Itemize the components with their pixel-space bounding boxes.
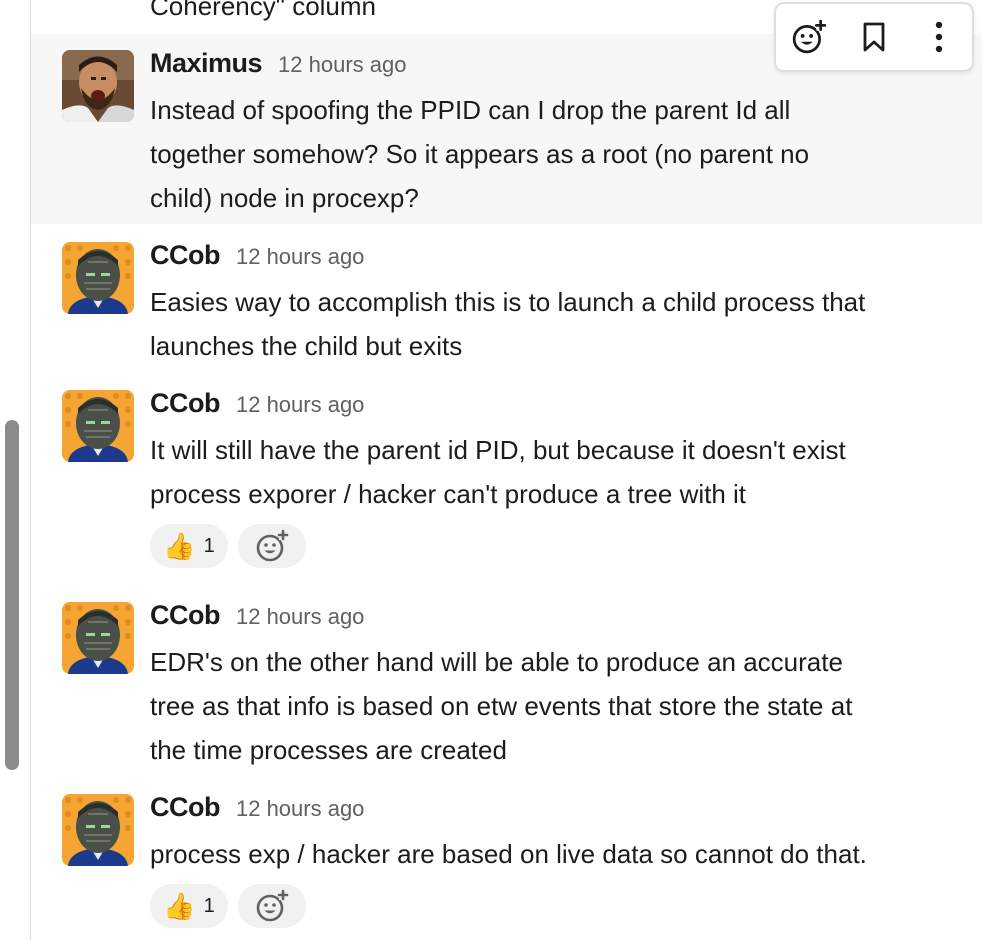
reaction-thumbs-up[interactable]: 👍 1: [150, 884, 228, 928]
message-item[interactable]: CCob 12 hours ago process exp / hacker a…: [31, 780, 982, 940]
previous-message-tail: Coherency" column: [150, 0, 377, 21]
message-line: It will still have the parent id PID, bu…: [150, 435, 846, 465]
message-actions-toolbar: [774, 2, 974, 72]
add-reaction-button[interactable]: [784, 12, 834, 62]
message-line: together somehow? So it appears as a roo…: [150, 139, 810, 169]
message-line: EDR's on the other hand will be able to …: [150, 647, 843, 677]
reaction-count: 1: [203, 534, 215, 557]
timestamp[interactable]: 12 hours ago: [278, 52, 406, 78]
message-line: tree as that info is based on etw events…: [150, 691, 853, 721]
thumbs-up-icon: 👍: [163, 891, 196, 921]
message-line: Easies way to accomplish this is to laun…: [150, 287, 866, 317]
reaction-thumbs-up[interactable]: 👍 1: [150, 524, 228, 568]
scrollbar-thumb[interactable]: [5, 420, 19, 770]
bookmark-icon: [863, 22, 885, 52]
add-reaction-button[interactable]: [238, 524, 306, 568]
timestamp[interactable]: 12 hours ago: [236, 244, 364, 270]
message-item[interactable]: CCob 12 hours ago Easies way to accompli…: [31, 228, 982, 368]
message-line: process exporer / hacker can't produce a…: [150, 479, 747, 509]
avatar[interactable]: [62, 390, 134, 462]
timestamp[interactable]: 12 hours ago: [236, 604, 364, 630]
message-text: Easies way to accomplish this is to laun…: [150, 280, 958, 368]
timestamp[interactable]: 12 hours ago: [236, 796, 364, 822]
author-name[interactable]: CCob: [150, 792, 220, 823]
more-actions-button[interactable]: [914, 12, 964, 62]
message-line: process exp / hacker are based on live d…: [150, 839, 867, 869]
emoji-add-icon: [792, 19, 826, 54]
avatar[interactable]: [62, 50, 134, 122]
timestamp[interactable]: 12 hours ago: [236, 392, 364, 418]
message-item[interactable]: CCob 12 hours ago EDR's on the other han…: [31, 588, 982, 780]
reaction-count: 1: [203, 894, 215, 917]
avatar[interactable]: [62, 794, 134, 866]
reaction-bar: 👍 1: [150, 884, 306, 928]
author-name[interactable]: CCob: [150, 600, 220, 631]
author-name[interactable]: Maximus: [150, 48, 263, 79]
message-text: EDR's on the other hand will be able to …: [150, 640, 958, 772]
emoji-add-icon: [256, 529, 289, 562]
more-vertical-icon: [936, 21, 943, 53]
add-reaction-button[interactable]: [238, 884, 306, 928]
save-button[interactable]: [849, 12, 899, 62]
reaction-bar: 👍 1: [150, 524, 306, 568]
message-line: Instead of spoofing the PPID can I drop …: [150, 95, 791, 125]
message-feed: Coherency" column Maximus 12 hours ago I…: [31, 0, 982, 940]
message-text: process exp / hacker are based on live d…: [150, 832, 958, 876]
author-name[interactable]: CCob: [150, 240, 220, 271]
message-text: It will still have the parent id PID, bu…: [150, 428, 958, 516]
message-line: launches the child but exits: [150, 331, 463, 361]
emoji-add-icon: [256, 889, 289, 922]
avatar[interactable]: [62, 242, 134, 314]
message-text: Instead of spoofing the PPID can I drop …: [150, 88, 958, 220]
thumbs-up-icon: 👍: [163, 531, 196, 561]
left-rail: [0, 0, 31, 940]
message-line: child) node in procexp?: [150, 183, 419, 213]
avatar[interactable]: [62, 602, 134, 674]
message-line: the time processes are created: [150, 735, 507, 765]
author-name[interactable]: CCob: [150, 388, 220, 419]
message-item[interactable]: CCob 12 hours ago It will still have the…: [31, 376, 982, 576]
